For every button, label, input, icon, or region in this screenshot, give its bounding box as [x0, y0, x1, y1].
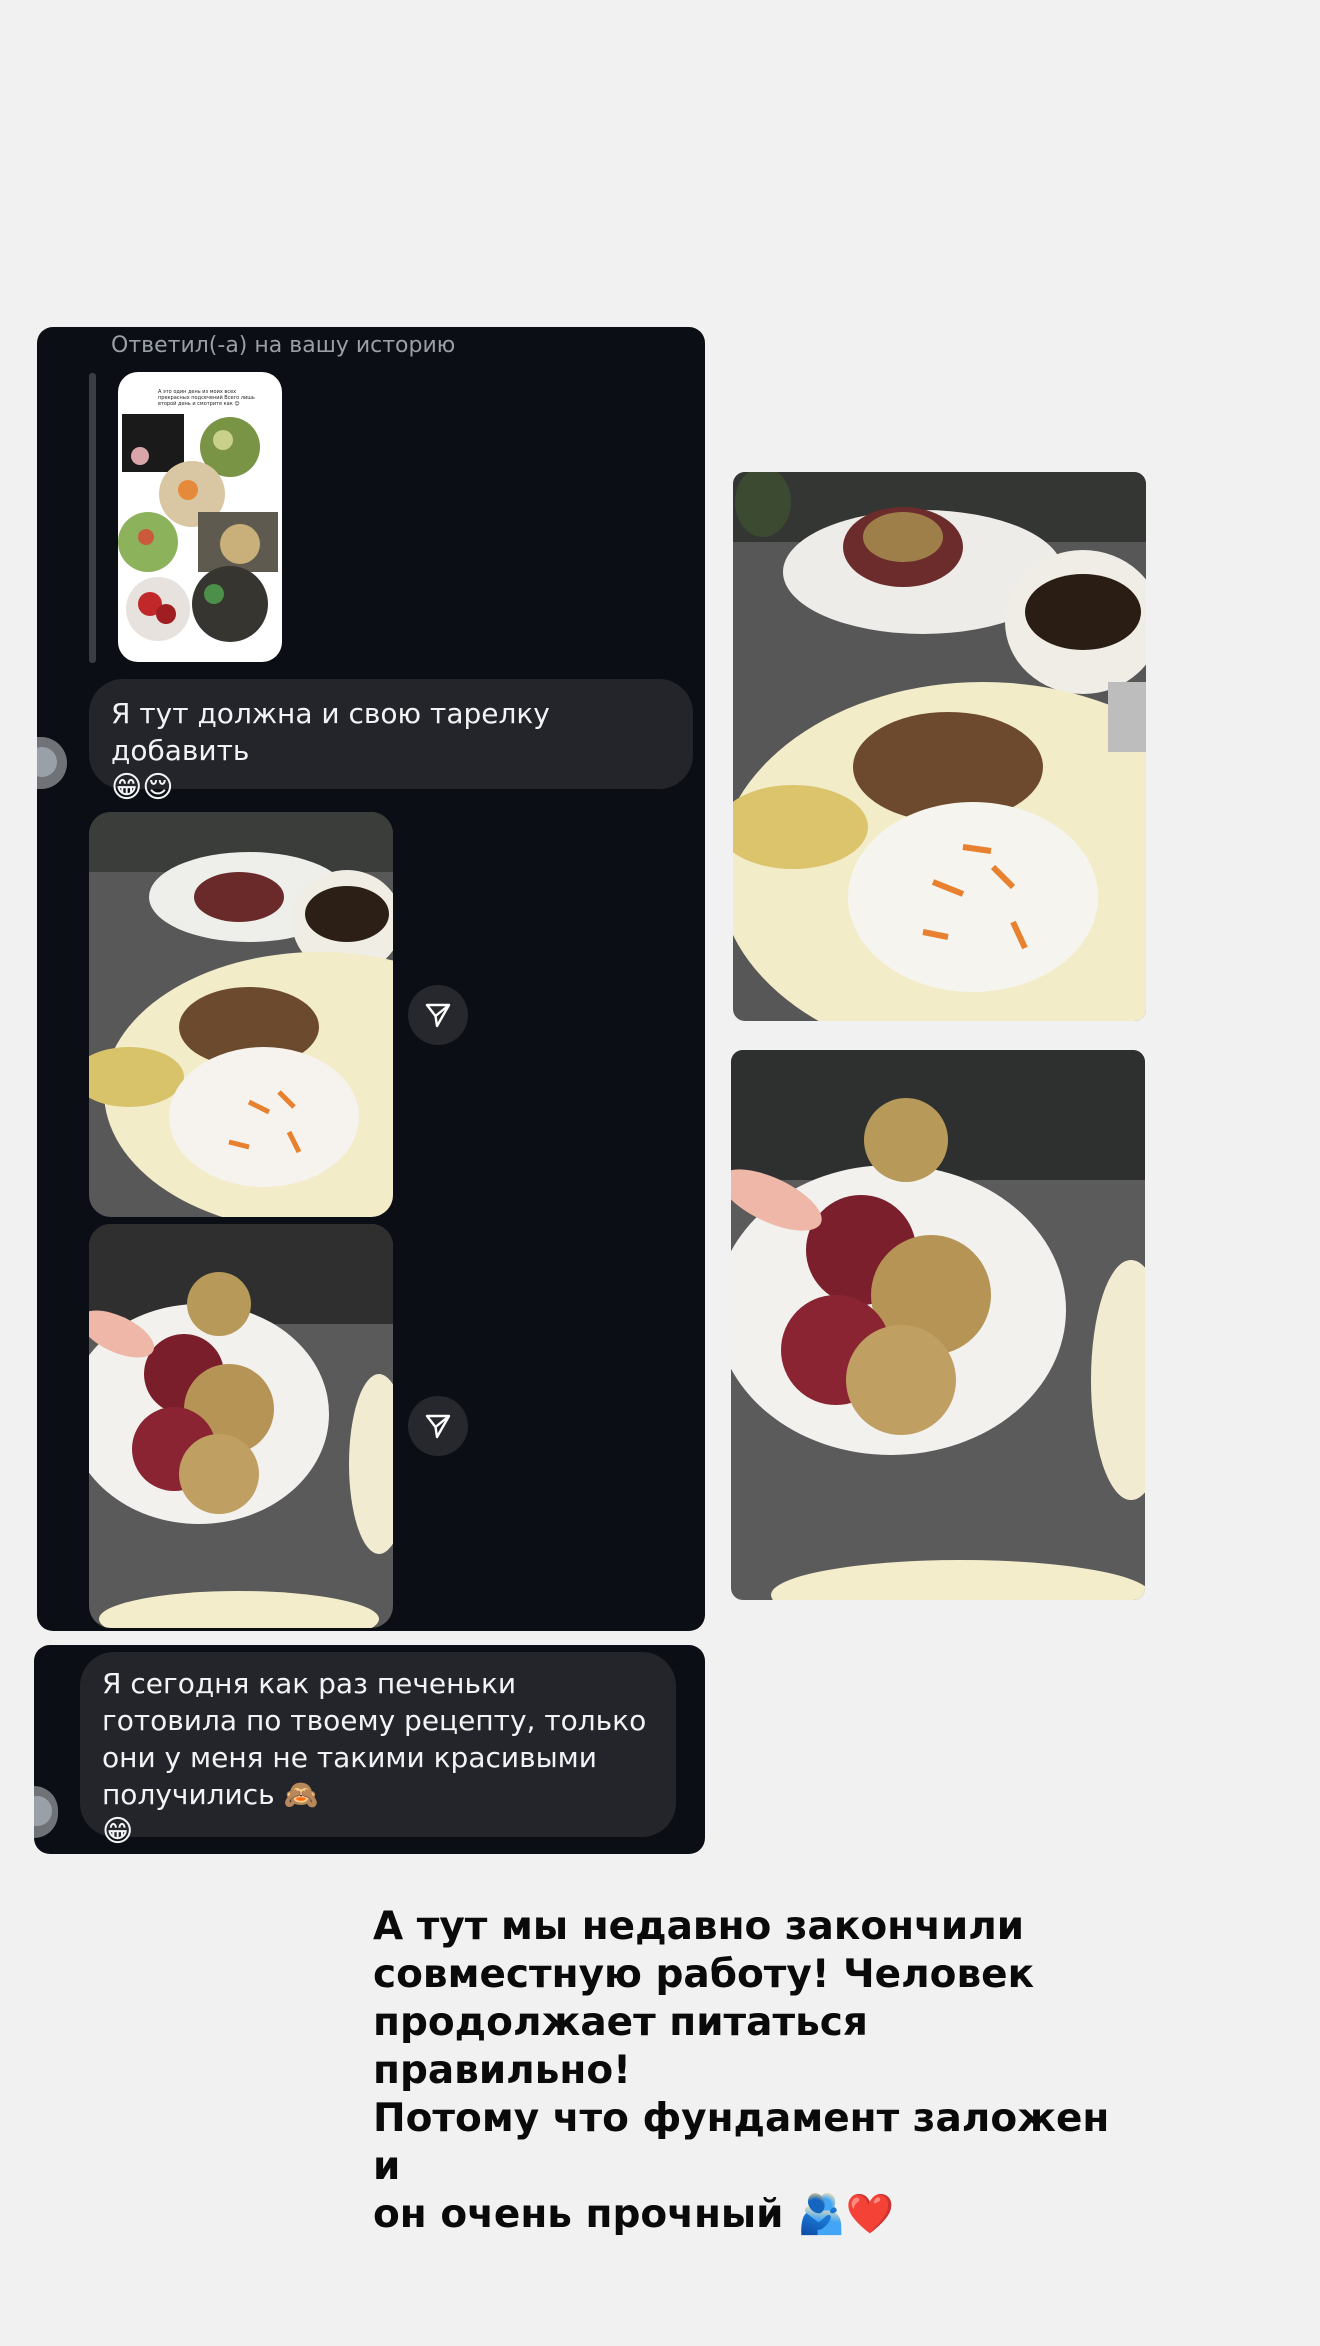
- send-arrow-icon: [425, 1003, 451, 1028]
- share-button-2[interactable]: [408, 1396, 468, 1456]
- chat-photo-plate[interactable]: [89, 812, 393, 1217]
- story-collage-image: [118, 414, 278, 642]
- send-arrow-icon: [425, 1414, 451, 1439]
- large-photo-cookies: [731, 1050, 1145, 1600]
- story-preview[interactable]: А это один день из моих всех прекрасных …: [118, 372, 282, 662]
- message-2-emoji: 😁: [102, 1814, 134, 1849]
- cookies-photo-image: [89, 1224, 393, 1628]
- message-bubble-1[interactable]: Я тут должна и свою тарелку добавить 😁😌: [89, 679, 693, 805]
- chat-photo-cookies[interactable]: [89, 1224, 393, 1628]
- message-2-text: Я сегодня как раз печеньки готовила по т…: [102, 1667, 647, 1811]
- share-button-1[interactable]: [408, 985, 468, 1045]
- reply-label: Ответил(-а) на вашу историю: [111, 333, 456, 358]
- story-caption: А тут мы недавно закончили совместную ра…: [373, 1904, 1110, 2237]
- reply-quote-line: [89, 373, 96, 663]
- cookies-photo-large-image: [731, 1050, 1145, 1600]
- message-1-emoji: 😁😌: [111, 770, 174, 805]
- message-bubble-2[interactable]: Я сегодня как раз печеньки готовила по т…: [80, 1652, 676, 1849]
- message-1-text: Я тут должна и свою тарелку добавить: [111, 697, 550, 767]
- large-photo-plate: [733, 472, 1146, 1021]
- plate-photo-large-image: [733, 472, 1146, 1021]
- plate-photo-image: [89, 812, 393, 1217]
